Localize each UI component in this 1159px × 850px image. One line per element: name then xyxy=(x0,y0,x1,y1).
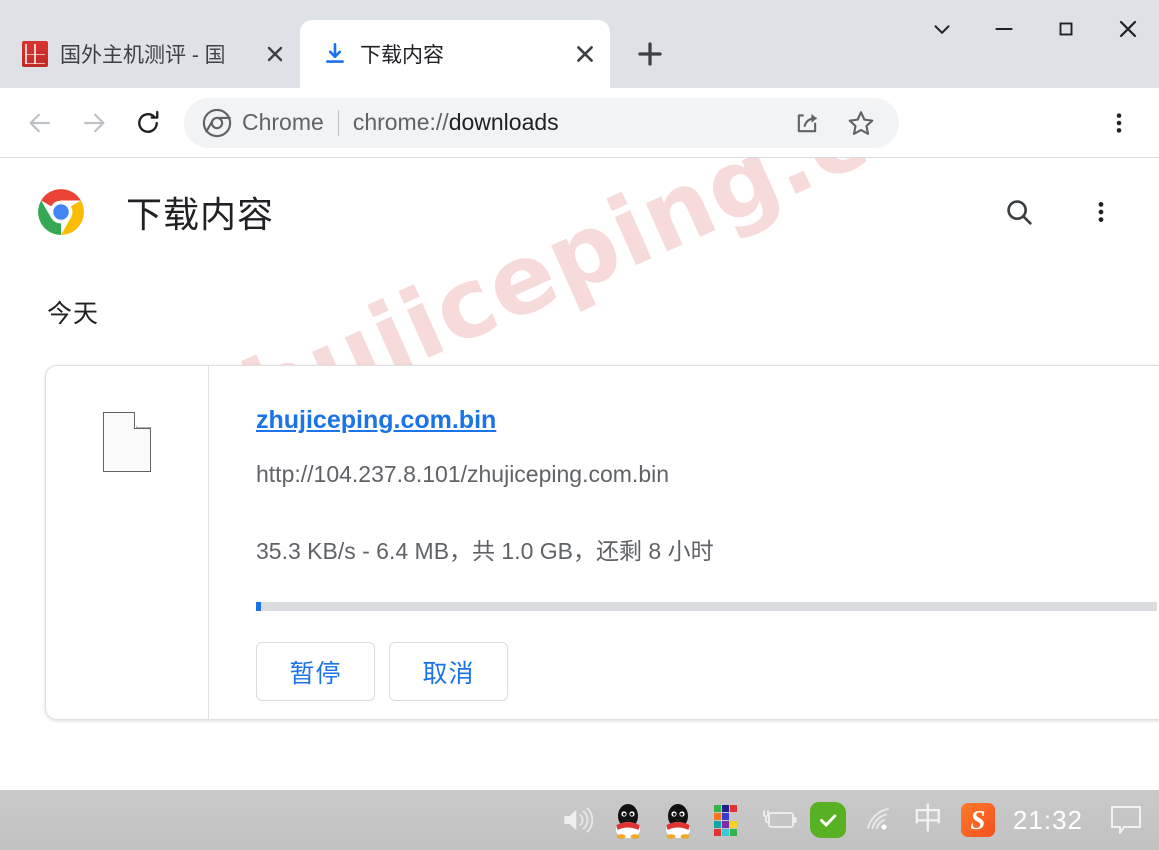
generic-file-icon xyxy=(103,412,151,472)
site-seal-icon xyxy=(22,41,48,67)
tabs-container: 国外主机测评 - 国 下载内容 xyxy=(0,0,676,88)
address-bar[interactable]: Chrome chrome://downloads xyxy=(184,97,899,148)
browser-toolbar: Chrome chrome://downloads xyxy=(0,88,1159,158)
forward-arrow-icon[interactable] xyxy=(68,97,120,149)
download-action-buttons: 暂停 取消 xyxy=(256,642,1159,701)
toolbar-end-group xyxy=(1093,97,1145,149)
reload-icon[interactable] xyxy=(122,97,174,149)
color-grid-icon[interactable] xyxy=(703,792,753,848)
battery-charging-icon[interactable] xyxy=(753,792,803,848)
tab-strip: 国外主机测评 - 国 下载内容 xyxy=(0,0,1159,88)
sogou-icon[interactable]: S xyxy=(953,792,1003,848)
url-path: downloads xyxy=(448,109,559,135)
notification-bubble-icon[interactable] xyxy=(1101,792,1151,848)
page-header-actions xyxy=(997,190,1123,234)
omnibox-url: chrome://downloads xyxy=(353,109,775,136)
sogou-label: S xyxy=(960,803,995,837)
browser-menu-icon[interactable] xyxy=(1093,97,1145,149)
tab-close-button[interactable] xyxy=(260,39,290,69)
search-icon[interactable] xyxy=(997,190,1041,234)
system-taskbar: 中 S 21:32 xyxy=(0,790,1159,850)
download-filename-link[interactable]: zhujiceping.com.bin xyxy=(256,406,496,435)
chrome-logo-icon xyxy=(36,187,86,237)
pause-button[interactable]: 暂停 xyxy=(256,642,375,701)
tab-title: 下载内容 xyxy=(360,44,444,67)
qq-icon[interactable] xyxy=(653,792,703,848)
tab-title: 国外主机测评 - 国 xyxy=(60,44,226,67)
download-item-card: zhujiceping.com.bin http://104.237.8.101… xyxy=(45,365,1159,720)
star-icon[interactable] xyxy=(839,101,883,145)
browser-tab-2[interactable]: 下载内容 xyxy=(300,20,610,88)
download-item-details: zhujiceping.com.bin http://104.237.8.101… xyxy=(209,366,1159,719)
minimize-button[interactable] xyxy=(973,0,1035,58)
download-status-text: 35.3 KB/s - 6.4 MB，共 1.0 GB，还剩 8 小时 xyxy=(256,538,714,564)
window-controls xyxy=(911,0,1159,58)
downloads-page: zhujiceping.com 下载内容 今天 zhujiceping.com.… xyxy=(0,158,1159,800)
ime-chinese-icon[interactable]: 中 xyxy=(903,792,953,848)
chevron-down-icon[interactable] xyxy=(911,0,973,58)
taskbar-clock[interactable]: 21:32 xyxy=(1003,805,1101,836)
tab-close-button[interactable] xyxy=(570,39,600,69)
volume-icon[interactable] xyxy=(553,792,603,848)
browser-tab-1[interactable]: 国外主机测评 - 国 xyxy=(0,20,300,88)
page-title: 下载内容 xyxy=(126,194,275,235)
download-progress-fill xyxy=(256,602,262,611)
qq-icon[interactable] xyxy=(603,792,653,848)
downloads-page-header: 下载内容 xyxy=(0,158,1159,266)
download-icon xyxy=(322,41,348,67)
close-button[interactable] xyxy=(1097,0,1159,58)
omnibox-chip-label: Chrome xyxy=(242,109,324,135)
back-arrow-icon[interactable] xyxy=(14,97,66,149)
download-thumbnail-column xyxy=(46,366,209,719)
download-source-url: http://104.237.8.101/zhujiceping.com.bin xyxy=(256,461,670,487)
url-prefix: chrome:// xyxy=(352,109,449,135)
share-icon[interactable] xyxy=(785,101,829,145)
maximize-button[interactable] xyxy=(1035,0,1097,58)
security-check-icon[interactable] xyxy=(803,792,853,848)
chrome-logo-icon xyxy=(202,108,232,138)
ime-label: 中 xyxy=(912,803,943,836)
date-section-label: 今天 xyxy=(47,300,100,328)
download-progress-bar xyxy=(256,602,1157,611)
new-tab-button[interactable] xyxy=(624,28,676,80)
wifi-icon[interactable] xyxy=(853,792,903,848)
cancel-button[interactable]: 取消 xyxy=(389,642,508,701)
page-menu-icon[interactable] xyxy=(1079,190,1123,234)
omnibox-divider xyxy=(337,109,339,136)
